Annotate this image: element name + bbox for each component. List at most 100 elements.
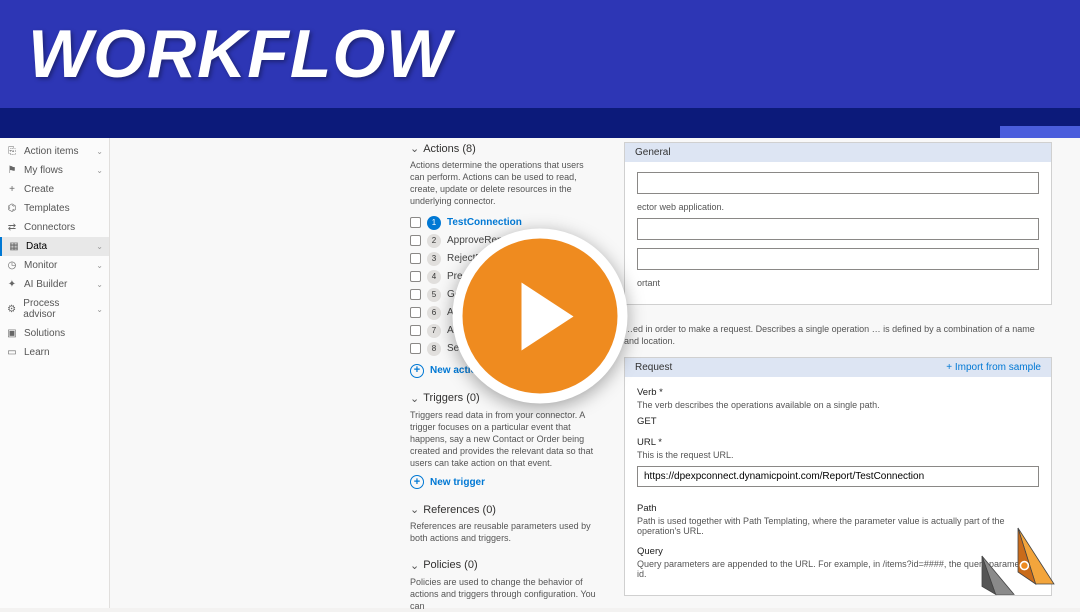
verb-label: Verb *	[637, 387, 1039, 398]
video-banner: WORKFLOW	[0, 0, 1080, 108]
templates-icon: ⌬	[6, 203, 18, 214]
chevron-down-icon: ⌄	[96, 166, 103, 175]
sidebar-item-monitor[interactable]: ◷ Monitor ⌄	[0, 256, 109, 275]
solutions-icon: ▣	[6, 328, 18, 339]
sidebar-item-process-advisor[interactable]: ⚙ Process advisor ⌄	[0, 294, 109, 324]
checkbox-icon[interactable]	[410, 289, 421, 300]
actions-header[interactable]: ⌄ Actions (8)	[410, 142, 600, 155]
chevron-down-icon: ⌄	[410, 142, 419, 155]
panel-title: General	[635, 147, 671, 158]
learn-icon: ▭	[6, 347, 18, 358]
url-input[interactable]	[637, 466, 1039, 487]
sidebar-item-label: Action items	[24, 146, 78, 157]
chevron-down-icon: ⌄	[96, 147, 103, 156]
references-section: ⌄ References (0) References are reusable…	[410, 503, 600, 544]
sidebar-item-label: Templates	[24, 203, 70, 214]
sidebar-item-label: My flows	[24, 165, 63, 176]
data-icon: ▦	[8, 241, 20, 252]
sidebar-item-label: Monitor	[24, 260, 57, 271]
url-desc: This is the request URL.	[637, 450, 1039, 460]
sidebar-item-label: Solutions	[24, 328, 65, 339]
sidebar-item-data[interactable]: ▦ Data ⌄	[0, 237, 109, 256]
sidebar-item-connectors[interactable]: ⇄ Connectors	[0, 218, 109, 237]
step-number: 3	[427, 252, 441, 266]
flows-icon: ⚑	[6, 165, 18, 176]
chevron-down-icon: ⌄	[96, 305, 103, 314]
add-label: New trigger	[430, 477, 485, 488]
new-trigger-button[interactable]: + New trigger	[410, 475, 600, 489]
action-items-icon: ⎘	[6, 146, 18, 157]
chevron-down-icon: ⌄	[96, 280, 103, 289]
connectors-icon: ⇄	[6, 222, 18, 233]
play-button[interactable]	[453, 229, 628, 404]
panel-title: Request	[635, 362, 672, 373]
checkbox-icon[interactable]	[410, 325, 421, 336]
request-panel-header: Request + Import from sample	[625, 358, 1051, 377]
section-title: References (0)	[423, 504, 496, 516]
sidebar-item-learn[interactable]: ▭ Learn	[0, 343, 109, 362]
sidebar-item-ai-builder[interactable]: ✦ AI Builder ⌄	[0, 275, 109, 294]
step-number: 2	[427, 234, 441, 248]
import-from-sample-button[interactable]: + Import from sample	[946, 362, 1041, 373]
sidebar-item-label: Process advisor	[23, 298, 90, 320]
chevron-down-icon: ⌄	[410, 559, 419, 572]
step-number: 6	[427, 306, 441, 320]
sidebar-item-action-items[interactable]: ⎘ Action items ⌄	[0, 142, 109, 161]
sidebar-item-solutions[interactable]: ▣ Solutions	[0, 324, 109, 343]
summary-note: ector web application.	[637, 202, 1039, 212]
sidebar-item-create[interactable]: + Create	[0, 180, 109, 199]
checkbox-icon[interactable]	[410, 271, 421, 282]
sidebar-item-label: Connectors	[24, 222, 75, 233]
section-title: Triggers (0)	[423, 392, 479, 404]
references-header[interactable]: ⌄ References (0)	[410, 503, 600, 516]
step-number: 4	[427, 270, 441, 284]
sidebar-item-label: Data	[26, 241, 47, 252]
sidebar-item-my-flows[interactable]: ⚑ My flows ⌄	[0, 161, 109, 180]
plus-icon: +	[6, 184, 18, 195]
chevron-down-icon: ⌄	[410, 392, 419, 405]
policies-desc: Policies are used to change the behavior…	[410, 576, 600, 612]
process-advisor-icon: ⚙	[6, 304, 17, 315]
summary-input[interactable]	[637, 172, 1039, 194]
section-title: Policies (0)	[423, 559, 477, 571]
checkbox-icon[interactable]	[410, 253, 421, 264]
chevron-down-icon: ⌄	[410, 503, 419, 516]
request-intro-text: …ed in order to make a request. Describe…	[624, 323, 1052, 347]
checkbox-icon[interactable]	[410, 235, 421, 246]
banner-title: WORKFLOW	[28, 15, 451, 93]
url-label: URL *	[637, 437, 1039, 448]
actions-desc: Actions determine the operations that us…	[410, 159, 600, 208]
path-label: Path	[637, 503, 1039, 514]
plus-circle-icon: +	[410, 475, 424, 489]
sidebar: ⎘ Action items ⌄ ⚑ My flows ⌄ + Create ⌬…	[0, 138, 110, 608]
banner-strip	[0, 108, 1080, 138]
company-logo	[978, 524, 1058, 596]
step-number: 5	[427, 288, 441, 302]
sidebar-item-label: Create	[24, 184, 54, 195]
sidebar-item-label: Learn	[24, 347, 50, 358]
ai-builder-icon: ✦	[6, 279, 18, 290]
policies-header[interactable]: ⌄ Policies (0)	[410, 559, 600, 572]
general-panel: General ector web application. ortant	[624, 142, 1052, 305]
action-label: TestConnection	[447, 217, 522, 228]
checkbox-icon[interactable]	[410, 343, 421, 354]
action-testconnection[interactable]: 1 TestConnection	[410, 214, 600, 232]
monitor-icon: ◷	[6, 260, 18, 271]
sidebar-item-templates[interactable]: ⌬ Templates	[0, 199, 109, 218]
general-panel-body: ector web application. ortant	[625, 162, 1051, 304]
verb-desc: The verb describes the operations availa…	[637, 400, 1039, 410]
triggers-section: ⌄ Triggers (0) Triggers read data in fro…	[410, 392, 600, 490]
step-number: 1	[427, 216, 441, 230]
step-number: 7	[427, 324, 441, 338]
checkbox-icon[interactable]	[410, 307, 421, 318]
checkbox-icon[interactable]	[410, 217, 421, 228]
description-input[interactable]	[637, 218, 1039, 240]
chevron-down-icon: ⌄	[96, 261, 103, 270]
chevron-down-icon: ⌄	[96, 242, 103, 251]
references-desc: References are reusable parameters used …	[410, 520, 600, 544]
triggers-desc: Triggers read data in from your connecto…	[410, 409, 600, 470]
policies-section: ⌄ Policies (0) Policies are used to chan…	[410, 559, 600, 612]
sidebar-item-label: AI Builder	[24, 279, 67, 290]
operationid-input[interactable]	[637, 248, 1039, 270]
visibility-note: ortant	[637, 278, 1039, 288]
